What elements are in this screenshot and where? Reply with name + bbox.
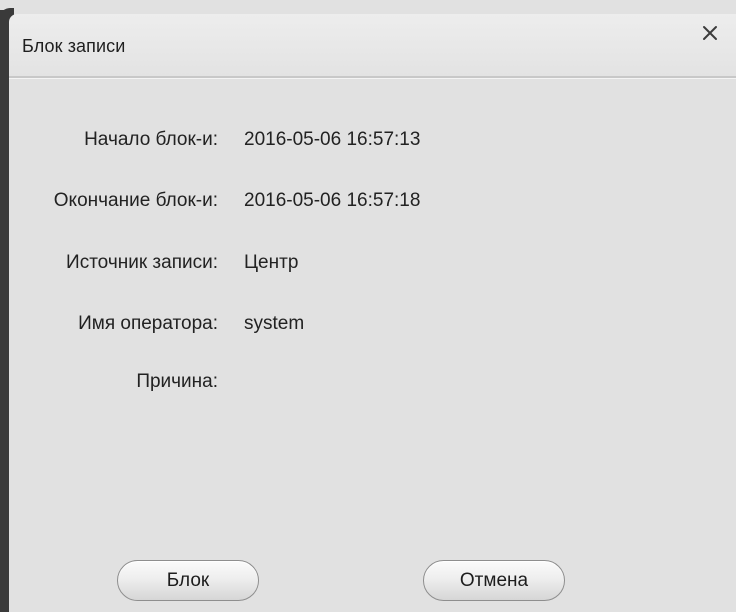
field-label-cell: Имя оператора: [9,310,218,338]
field-label-cell: Начало блок-и: [9,126,218,154]
field-label-cell: Причина: [9,368,218,396]
block-button[interactable]: Блок [117,560,259,601]
field-row-reason: Причина: [9,368,736,396]
title-bar[interactable]: Блок записи [9,14,736,76]
operator-name-label: Имя оператора: [78,313,218,334]
field-row-record-source: Источник записи: Центр [9,249,736,277]
field-row-block-end: Окончание блок-и: 2016-05-06 16:57:18 [9,187,736,215]
field-row-block-start: Начало блок-и: 2016-05-06 16:57:13 [9,126,736,154]
block-record-dialog: Блок записи Начало блок-и: 2016-05-06 16… [0,0,736,612]
reason-label: Причина: [136,371,218,392]
close-icon[interactable] [699,22,721,44]
operator-name-value: system [244,313,305,334]
record-source-value: Центр [244,252,299,273]
block-start-label: Начало блок-и: [84,129,218,150]
record-source-label: Источник записи: [66,252,218,273]
block-start-value: 2016-05-06 16:57:13 [244,129,421,150]
cancel-button[interactable]: Отмена [423,560,565,601]
dialog-title: Блок записи [22,36,126,56]
field-label-cell: Источник записи: [9,249,218,277]
block-end-label: Окончание блок-и: [53,190,218,211]
field-row-operator-name: Имя оператора: system [9,310,736,338]
field-label-cell: Окончание блок-и: [9,187,218,215]
dialog-body: Начало блок-и: 2016-05-06 16:57:13 Оконч… [9,79,736,612]
window-frame-left-edge [0,10,9,612]
block-end-value: 2016-05-06 16:57:18 [244,190,421,211]
